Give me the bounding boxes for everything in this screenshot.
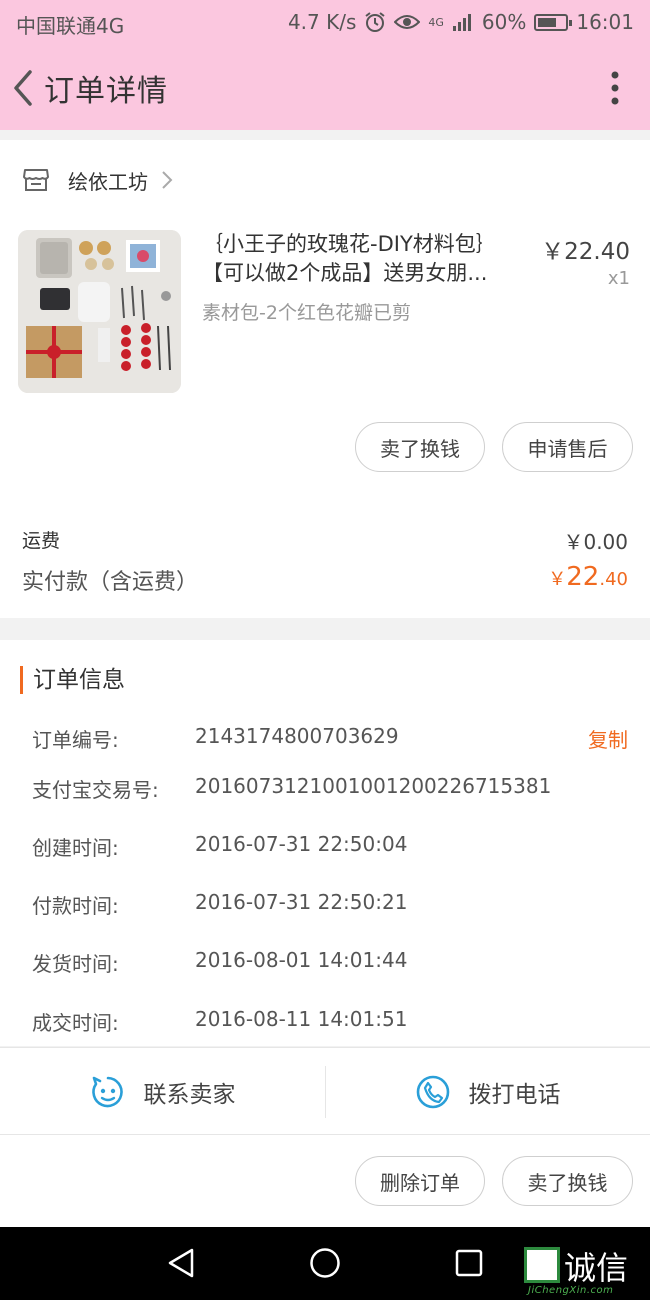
alarm-icon [365,12,385,32]
paid-total-value: ￥22.40 [548,562,628,592]
paid-total-label: 实付款（含运费） [22,570,199,595]
sell-for-cash-bottom-button[interactable]: 卖了换钱 [502,1156,633,1206]
product-sku: 素材包-2个红色花瓣已剪 [202,302,411,324]
chat-face-icon [91,1076,123,1108]
paid-time-value: 2016-07-31 22:50:21 [195,890,408,914]
signal-icon [452,14,471,31]
phone-icon [416,1075,449,1109]
product-thumbnail[interactable] [18,230,181,393]
watermark-text: 诚信 [564,1249,629,1287]
shipped-time-label: 发货时间: [32,952,119,976]
alipay-trade-value: 2016073121001001200226715381 [195,774,552,798]
created-time-row: 创建时间: 2016-07-31 22:50:04 [32,832,407,861]
created-time-label: 创建时间: [32,836,119,860]
shipping-value: ￥0.00 [563,530,628,554]
delete-order-button[interactable]: 删除订单 [355,1156,485,1206]
chevron-right-icon [162,171,173,189]
product-title[interactable]: ｛小王子的玫瑰花-DIY材料包｝ 【可以做2个成品】送男女朋... [202,230,522,288]
contact-bar: 联系卖家 拨打电话 [0,1047,650,1135]
completed-time-row: 成交时间: 2016-08-11 14:01:51 [32,1007,407,1036]
paid-decimal: .40 [599,569,628,590]
after-sale-button[interactable]: 申请售后 [502,422,633,472]
eye-icon [394,15,421,29]
shop-name: 绘依工坊 [68,169,148,194]
order-number-value: 2143174800703629 [195,724,399,748]
sell-for-cash-button[interactable]: 卖了换钱 [355,422,485,472]
order-info-title: 订单信息 [20,666,125,694]
contact-seller-label: 联系卖家 [143,1082,236,1108]
paid-time-row: 付款时间: 2016-07-31 22:50:21 [32,890,407,919]
watermark-logo: 诚信 JiChengXin.com [524,1247,642,1299]
copy-order-number-button[interactable]: 复制 [588,724,628,753]
alipay-trade-label: 支付宝交易号: [32,778,159,802]
alipay-trade-row: 支付宝交易号: 2016073121001001200226715381 [32,774,551,803]
shipped-time-value: 2016-08-01 14:01:44 [195,948,408,972]
completed-time-value: 2016-08-11 14:01:51 [195,1007,408,1031]
call-phone-label: 拨打电话 [468,1082,561,1108]
battery-icon [534,13,573,31]
network-type: 4G [428,15,444,29]
created-time-value: 2016-07-31 22:50:04 [195,832,408,856]
product-image [18,230,181,393]
shipping-label: 运费 [22,530,61,552]
product-title-line1: ｛小王子的玫瑰花-DIY材料包｝ [202,232,497,256]
carrier-label: 中国联通4G [16,14,125,38]
paid-integer: 22 [566,562,600,592]
system-nav-bar: 诚信 JiChengXin.com [0,1227,650,1300]
product-quantity: x1 [607,268,630,289]
nav-back-icon[interactable] [166,1247,196,1279]
back-icon[interactable] [6,66,40,110]
watermark-subtext: JiChengXin.com [528,1285,614,1296]
nav-home-icon[interactable] [309,1247,341,1279]
shipped-time-row: 发货时间: 2016-08-01 14:01:44 [32,948,407,977]
watermark-icon [524,1247,560,1283]
app-header: 订单详情 [0,46,650,130]
more-options-icon[interactable] [600,68,630,108]
network-speed: 4.7 K/s [287,10,357,34]
paid-time-label: 付款时间: [32,894,119,918]
contact-seller-button[interactable]: 联系卖家 [0,1048,325,1136]
status-icons: 4.7 K/s 4G 60% 16:01 [288,10,634,34]
call-phone-button[interactable]: 拨打电话 [325,1048,650,1136]
page-title: 订单详情 [44,74,168,109]
bottom-action-bar: 删除订单 卖了换钱 [0,1135,650,1227]
order-item-card: 绘依工坊 ｛小王子的玫瑰花-DIY材料包｝ 【可以做2个成品】送男女朋... ￥… [0,140,650,618]
product-title-line2: 【可以做2个成品】送男女朋... [202,261,488,285]
order-number-row: 订单编号: 2143174800703629 [32,724,399,753]
shop-icon [23,169,49,191]
product-price: ￥22.40 [541,239,630,265]
order-info-card: 订单信息 订单编号: 2143174800703629 复制 支付宝交易号: 2… [0,640,650,1046]
clock: 16:01 [576,10,634,34]
completed-time-label: 成交时间: [32,1011,119,1035]
shop-link[interactable]: 绘依工坊 [22,164,174,196]
order-number-label: 订单编号: [32,728,119,752]
status-bar: 中国联通4G 4.7 K/s 4G 60% 16:01 [0,0,650,46]
nav-recents-icon[interactable] [454,1248,484,1278]
paid-currency: ￥ [548,569,567,590]
battery-percent: 60% [481,10,527,34]
